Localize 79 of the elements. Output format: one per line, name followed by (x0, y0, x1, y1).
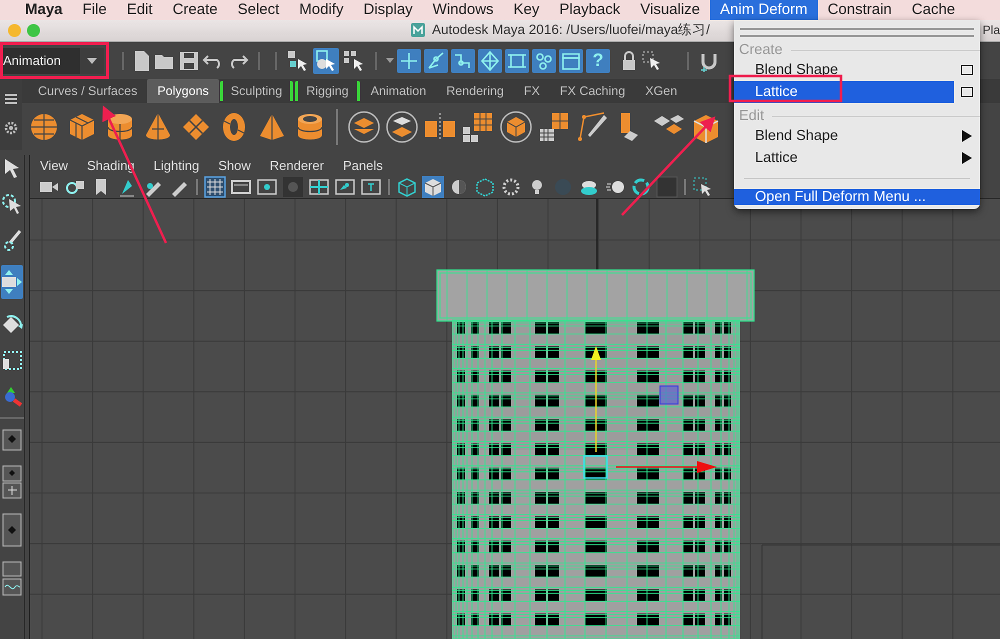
single-view-layout-button[interactable] (2, 429, 22, 451)
menu-bar-item[interactable]: Edit (116, 0, 163, 20)
new-file-icon[interactable] (133, 50, 151, 72)
save-icon[interactable] (179, 50, 199, 71)
snap-grid-icon[interactable] (397, 48, 421, 73)
shelf-tab[interactable]: FX (514, 79, 550, 104)
manipulator-center[interactable] (583, 455, 608, 479)
wireframe-icon[interactable] (396, 176, 418, 198)
panel-menu-item[interactable]: Panels (342, 158, 383, 172)
option-box-icon[interactable] (961, 65, 973, 75)
paint-select-icon[interactable] (1, 229, 23, 251)
menu-item[interactable]: Lattice (734, 81, 954, 103)
grid-toggle-icon[interactable] (204, 176, 226, 198)
menu-bar-item[interactable]: Visualize (630, 0, 710, 20)
snap-curve-icon[interactable] (424, 48, 448, 73)
menu-set-dropdown[interactable]: Animation (2, 48, 104, 74)
menu-bar-item[interactable]: Select (228, 0, 290, 20)
menu-bar-item[interactable]: Cache (902, 0, 966, 20)
menu-bar-item[interactable]: File (72, 0, 117, 20)
textured-icon[interactable] (500, 176, 522, 198)
building-model-drawing[interactable] (436, 269, 755, 639)
menu-item[interactable]: Blend Shape (734, 125, 980, 147)
combine-icon[interactable] (346, 108, 382, 145)
object-select-icon[interactable] (313, 48, 339, 74)
snap-point-icon[interactable] (451, 48, 475, 73)
submenu-arrow-icon (962, 130, 972, 142)
menu-item[interactable]: Blend Shape (734, 59, 954, 81)
move-tool-button[interactable] (1, 265, 23, 299)
horizontal-axis-arrow[interactable] (616, 461, 717, 473)
caret-icon[interactable] (386, 58, 394, 64)
vertical-axis-arrow[interactable] (591, 346, 601, 452)
lock-icon[interactable] (620, 50, 638, 72)
shelf-tab[interactable]: XGen (635, 79, 688, 104)
window-title: Autodesk Maya 2016: /Users/luofei/maya练习/ (432, 21, 710, 40)
smooth-shade-icon[interactable] (422, 176, 444, 198)
panel-menu-item[interactable]: Lighting (154, 158, 200, 172)
menu-bar-item[interactable]: Constrain (818, 0, 902, 20)
menu-item[interactable]: Open Full Deform Menu ... (734, 189, 980, 205)
panel-menu-item[interactable]: Renderer (270, 158, 324, 172)
clapperboard-icon[interactable] (559, 48, 583, 73)
two-view-layout-button[interactable] (2, 465, 22, 499)
anti-aliasing-icon[interactable] (630, 176, 652, 198)
default-material-icon[interactable] (474, 176, 496, 198)
settings-icon[interactable] (4, 121, 18, 136)
menu-bar-item[interactable]: Key (504, 0, 550, 20)
shelf-tab[interactable]: Animation (360, 79, 436, 104)
menu-bar-item[interactable]: Windows (422, 0, 504, 20)
lasso-select-icon[interactable] (1, 193, 23, 215)
cube-outline-icon[interactable] (498, 108, 534, 145)
shelf-tab[interactable]: Polygons (147, 79, 219, 104)
rotate-tool-icon[interactable] (1, 313, 23, 335)
move-tool-icon (1, 269, 23, 295)
submenu-arrow-icon (962, 152, 972, 164)
graph-layout-button[interactable] (2, 561, 22, 597)
shelf-tab[interactable]: Curves / Surfaces (28, 79, 148, 104)
scale-tool-icon[interactable] (1, 349, 23, 371)
separate-icon[interactable] (384, 108, 420, 145)
menu-section-label: Create (739, 42, 783, 58)
shelf-tab[interactable]: Rendering (436, 79, 514, 104)
shelf-tab[interactable]: FX Caching (550, 79, 636, 104)
panel-menu-item[interactable]: Show (218, 158, 251, 172)
option-box-icon[interactable] (961, 87, 973, 97)
snap-surface-icon[interactable] (478, 48, 502, 73)
panel-menu-item[interactable]: View (40, 158, 68, 172)
menu-bar-item[interactable]: Create (162, 0, 228, 20)
side-by-side-layout-button[interactable] (2, 513, 22, 547)
menu-bar-item[interactable]: Maya (15, 0, 73, 20)
snap-live-icon[interactable] (532, 48, 556, 73)
menu-bar-item[interactable]: Modify (289, 0, 354, 20)
window-title: Pla (982, 23, 1000, 38)
caret-icon (87, 58, 97, 64)
menu-bar-item[interactable]: Anim Deform (710, 0, 818, 20)
menu-item[interactable]: Lattice (734, 147, 980, 169)
menu-section-label: Edit (739, 108, 764, 124)
snap-view-plane-icon[interactable] (505, 48, 529, 73)
menu-icon[interactable] (5, 94, 17, 104)
tear-off-handle[interactable] (740, 28, 974, 37)
menu-bar-item[interactable]: Display (353, 0, 423, 20)
menu-bar-item[interactable]: Playback (549, 0, 630, 20)
